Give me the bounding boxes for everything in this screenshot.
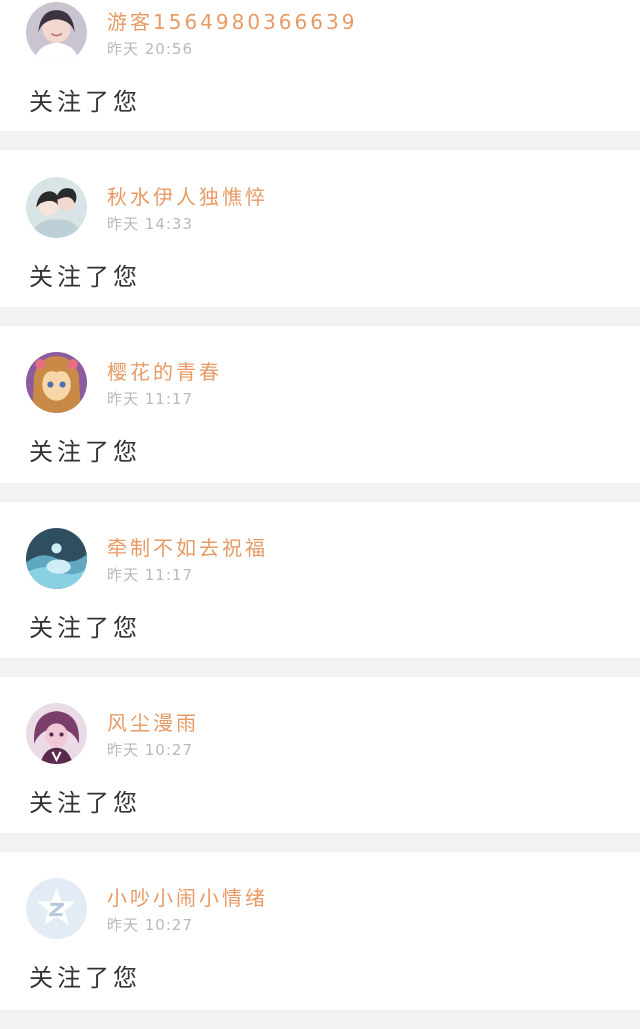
avatar-anime-girl-icon xyxy=(26,352,87,413)
username[interactable]: 小吵小闹小情绪 xyxy=(107,882,268,911)
user-avatar[interactable] xyxy=(26,878,87,939)
user-avatar[interactable] xyxy=(26,2,87,63)
user-avatar[interactable] xyxy=(26,352,87,413)
timestamp: 昨天 11:17 xyxy=(107,390,193,408)
notification-item[interactable]: 游客1564980366639 昨天 20:56 关注了您 xyxy=(0,0,640,131)
notification-item[interactable]: 牵制不如去祝福 昨天 11:17 关注了您 xyxy=(0,502,640,658)
timestamp: 昨天 10:27 xyxy=(107,916,193,934)
timestamp: 昨天 20:56 xyxy=(107,40,193,58)
notification-message: 关注了您 xyxy=(29,789,141,817)
notification-message: 关注了您 xyxy=(29,263,141,291)
notification-message: 关注了您 xyxy=(29,88,141,116)
username[interactable]: 秋水伊人独憔悴 xyxy=(107,181,268,210)
notification-item[interactable]: 风尘漫雨 昨天 10:27 关注了您 xyxy=(0,677,640,833)
notification-feed: 游客1564980366639 昨天 20:56 关注了您 秋水伊人独憔悴 昨天… xyxy=(0,0,640,1029)
avatar-couple-photo-icon xyxy=(26,177,87,238)
notification-message: 关注了您 xyxy=(29,964,141,992)
username[interactable]: 风尘漫雨 xyxy=(107,707,199,736)
user-avatar[interactable] xyxy=(26,177,87,238)
timestamp: 昨天 11:17 xyxy=(107,566,193,584)
notification-item[interactable]: 小吵小闹小情绪 昨天 10:27 关注了您 xyxy=(0,852,640,1010)
timestamp: 昨天 14:33 xyxy=(107,215,193,233)
username[interactable]: 樱花的青春 xyxy=(107,356,222,385)
notification-message: 关注了您 xyxy=(29,614,141,642)
notification-item[interactable]: 秋水伊人独憔悴 昨天 14:33 关注了您 xyxy=(0,150,640,307)
notification-item[interactable]: 樱花的青春 昨天 11:17 关注了您 xyxy=(0,326,640,483)
avatar-blue-scene-icon xyxy=(26,528,87,589)
notification-message: 关注了您 xyxy=(29,438,141,466)
user-avatar[interactable] xyxy=(26,703,87,764)
avatar-default-qq-icon xyxy=(26,878,87,939)
username[interactable]: 游客1564980366639 xyxy=(107,6,357,35)
avatar-pink-doll-icon xyxy=(26,703,87,764)
timestamp: 昨天 10:27 xyxy=(107,741,193,759)
username[interactable]: 牵制不如去祝福 xyxy=(107,532,268,561)
user-avatar[interactable] xyxy=(26,528,87,589)
avatar-girl-photo-icon xyxy=(26,2,87,63)
